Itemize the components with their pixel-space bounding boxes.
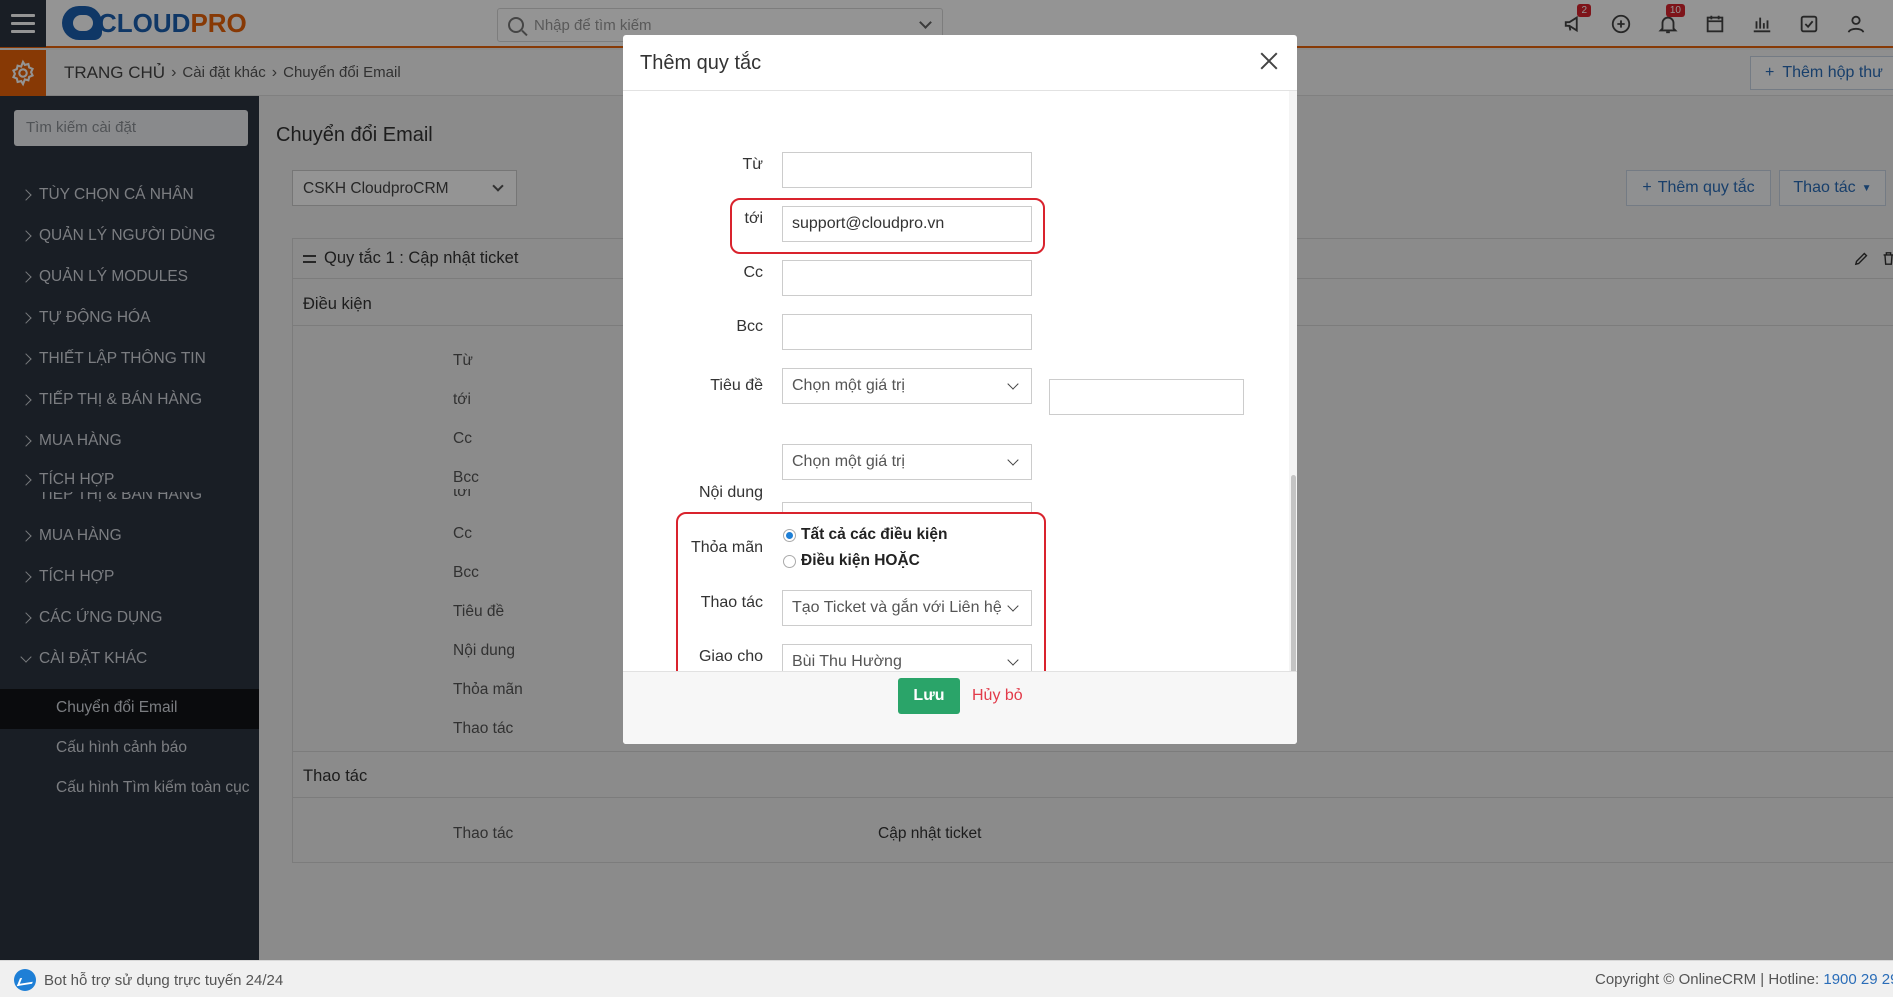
to-label: tới bbox=[744, 210, 764, 227]
messenger-icon bbox=[14, 969, 36, 991]
match-label: Thỏa mãn bbox=[690, 539, 763, 556]
modal-footer: Lưu Hủy bỏ bbox=[623, 671, 1297, 744]
to-input[interactable]: support@cloudpro.vn bbox=[782, 206, 1032, 242]
action-label: Thao tác bbox=[700, 594, 763, 611]
from-label: Từ bbox=[742, 156, 763, 173]
radio-unselected-icon bbox=[783, 554, 796, 568]
action-select[interactable]: Tạo Ticket và gắn với Liên hệ bbox=[782, 590, 1032, 626]
modal-scrollbar-thumb[interactable] bbox=[1291, 475, 1296, 675]
support-bot-link[interactable]: Bot hỗ trợ sử dụng trực tuyến 24/24 bbox=[14, 969, 283, 991]
hotline-link[interactable]: 1900 29 29 99 bbox=[1823, 971, 1893, 988]
footer: Bot hỗ trợ sử dụng trực tuyến 24/24 Copy… bbox=[0, 960, 1893, 997]
bcc-label: Bcc bbox=[736, 318, 763, 335]
subject-operator-select[interactable]: Chọn một giá trị bbox=[782, 368, 1032, 404]
body-operator-select[interactable]: Chọn một giá trị bbox=[782, 444, 1032, 480]
cc-label: Cc bbox=[743, 264, 763, 281]
radio-selected-icon bbox=[783, 528, 796, 542]
modal-title: Thêm quy tắc bbox=[640, 52, 762, 74]
chevron-down-icon bbox=[1007, 378, 1019, 390]
radio-or-conditions[interactable]: Điều kiện HOẶC bbox=[783, 552, 920, 570]
body-label: Nội dung bbox=[698, 484, 763, 501]
modal-body: Từ tới support@cloudpro.vn Cc Bcc Tiêu đ… bbox=[623, 91, 1297, 671]
close-icon[interactable] bbox=[1257, 49, 1281, 73]
chevron-down-icon bbox=[1007, 454, 1019, 466]
assign-select[interactable]: Bùi Thu Hường bbox=[782, 644, 1032, 671]
chevron-down-icon bbox=[1007, 654, 1019, 666]
bcc-input[interactable] bbox=[782, 314, 1032, 350]
radio-all-conditions[interactable]: Tất cả các điều kiện bbox=[783, 526, 947, 544]
cc-input[interactable] bbox=[782, 260, 1032, 296]
subject-label: Tiêu đề bbox=[710, 377, 763, 394]
from-input[interactable] bbox=[782, 152, 1032, 188]
copyright: Copyright © OnlineCRM | Hotline: 1900 29… bbox=[1595, 971, 1893, 988]
chevron-down-icon bbox=[1007, 600, 1019, 612]
assign-label: Giao cho bbox=[698, 648, 763, 665]
save-button[interactable]: Lưu bbox=[898, 678, 960, 714]
add-rule-modal: Thêm quy tắc Từ tới support@cloudpro.vn … bbox=[623, 35, 1297, 744]
subject-value-input[interactable] bbox=[1049, 379, 1244, 415]
cancel-button[interactable]: Hủy bỏ bbox=[972, 687, 1023, 705]
